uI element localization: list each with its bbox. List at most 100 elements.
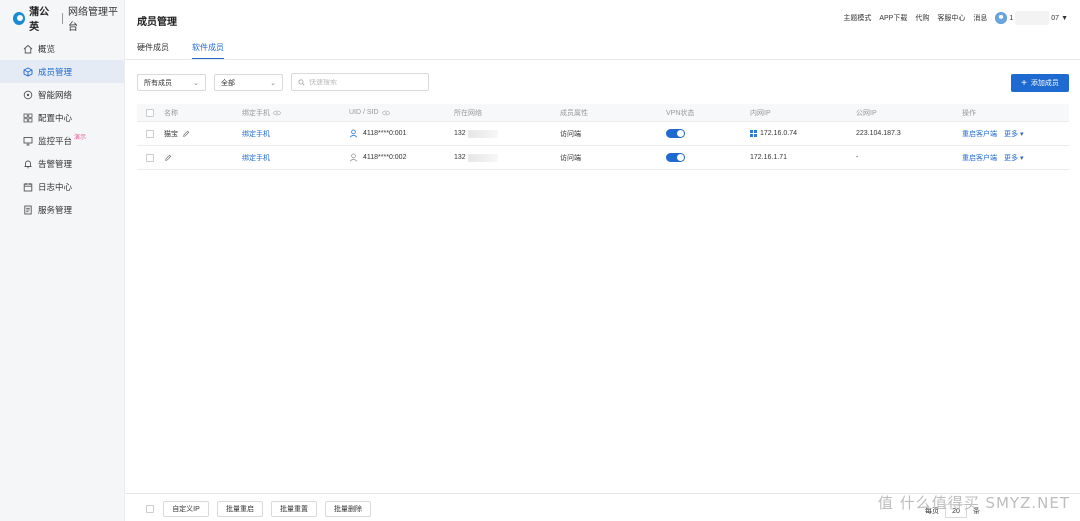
- grid-icon: [22, 112, 33, 123]
- col-lan-ip: 内网IP: [750, 109, 771, 117]
- user-menu[interactable]: 1 07 ▼: [995, 11, 1068, 25]
- edit-pencil-icon[interactable]: [164, 154, 172, 162]
- app-download-link[interactable]: APP下载: [879, 13, 907, 23]
- messages-link[interactable]: 消息: [973, 13, 987, 23]
- tab-hardware-members[interactable]: 硬件成员: [137, 42, 169, 60]
- search-input[interactable]: [309, 78, 419, 86]
- col-name: 名称: [164, 109, 178, 117]
- bind-phone-link[interactable]: 绑定手机: [242, 122, 270, 145]
- vpn-toggle-cell: [666, 122, 685, 145]
- footer-select-all-checkbox[interactable]: [146, 505, 154, 513]
- sidebar-item-label: 成员管理: [38, 66, 73, 77]
- scope-value: 全部: [221, 79, 235, 87]
- row-checkbox[interactable]: [146, 146, 154, 169]
- row-checkbox[interactable]: [146, 122, 154, 145]
- scope-select[interactable]: 全部 ⌄: [214, 74, 283, 91]
- member-attribute: 访问端: [560, 130, 581, 138]
- sidebar-item-smart-network[interactable]: 智能网络: [0, 83, 124, 106]
- monitor-icon: [22, 135, 33, 146]
- sidebar-item-config-center[interactable]: 配置中心: [0, 106, 124, 129]
- bulk-restart-button[interactable]: 批量重启: [217, 501, 263, 517]
- tab-software-members[interactable]: 软件成员: [192, 42, 224, 60]
- member-uid-text: 4118****0:002: [363, 154, 407, 161]
- caret-down-icon: ▾: [1019, 130, 1024, 138]
- member-lan-ip-text: 172.16.0.74: [760, 130, 797, 137]
- member-name: [164, 146, 172, 169]
- add-member-label: 添加成员: [1030, 80, 1059, 87]
- brand-logo[interactable]: 蒲公英 网络管理平台: [0, 0, 124, 36]
- restart-client-link[interactable]: 重启客户端: [962, 129, 997, 139]
- member-attribute: 访问端: [560, 154, 581, 162]
- sidebar-item-label: 监控平台: [38, 135, 73, 146]
- member-type-value: 所有成员: [144, 79, 172, 87]
- bulk-delete-button[interactable]: 批量删除: [325, 501, 371, 517]
- member-network: 132: [454, 146, 498, 169]
- sidebar-nav: 概览 成员管理 智能网络 配置中心 监控平台 演示 告警管理 日志中心 服务管理: [0, 37, 124, 221]
- cube-icon: [22, 66, 33, 77]
- chevron-down-icon: ⌄: [270, 79, 276, 87]
- edit-pencil-icon[interactable]: [182, 130, 190, 138]
- sidebar-item-members[interactable]: 成员管理: [0, 60, 124, 83]
- table-row: 猫宝 绑定手机 4118****0:001 132 访问端 172.16.0.7…: [137, 122, 1069, 146]
- eye-icon[interactable]: [273, 110, 281, 116]
- col-phone: 绑定手机: [242, 104, 281, 121]
- sidebar-item-label: 智能网络: [38, 89, 73, 100]
- avatar: [995, 12, 1008, 24]
- brand-name: 蒲公英: [29, 7, 50, 33]
- member-wan-ip: -: [856, 154, 859, 161]
- network-icon: [22, 89, 33, 100]
- more-menu[interactable]: 更多 ▾: [1004, 129, 1023, 139]
- page-title: 成员管理: [137, 17, 177, 28]
- col-uid-label: UID / SID: [349, 109, 379, 116]
- top-header: 成员管理 主题模式 APP下载 代购 客服中心 消息 1 07 ▼: [125, 0, 1080, 36]
- member-wan-ip: 223.104.187.3: [856, 130, 901, 137]
- user-icon: [349, 129, 358, 138]
- support-center-link[interactable]: 客服中心: [937, 13, 965, 23]
- add-member-button[interactable]: + 添加成员: [1011, 74, 1069, 92]
- sidebar-item-services[interactable]: 服务管理: [0, 198, 124, 221]
- col-network: 所在网络: [454, 109, 482, 117]
- user-name-suffix: 07: [1051, 14, 1060, 22]
- more-label: 更多: [1004, 130, 1018, 138]
- sidebar-item-logs[interactable]: 日志中心: [0, 175, 124, 198]
- user-name-prefix: 1: [1009, 14, 1014, 22]
- proxy-purchase-link[interactable]: 代购: [915, 13, 929, 23]
- col-vpn-status: VPN状态: [666, 109, 695, 117]
- custom-ip-button[interactable]: 自定义IP: [163, 501, 209, 517]
- calendar-icon: [22, 181, 33, 192]
- more-label: 更多: [1004, 154, 1018, 162]
- site-watermark: 值 什么值得买 SMYZ.NET: [877, 494, 1070, 512]
- member-lan-ip: 172.16.0.74: [750, 122, 797, 145]
- user-name-redacted: [1015, 11, 1050, 25]
- select-all-checkbox[interactable]: [146, 104, 154, 121]
- bind-phone-link[interactable]: 绑定手机: [242, 146, 270, 169]
- sidebar-item-overview[interactable]: 概览: [0, 37, 124, 60]
- eye-icon[interactable]: [381, 110, 390, 116]
- network-redacted: [467, 129, 498, 138]
- row-actions: 重启客户端 更多 ▾: [962, 146, 1023, 169]
- theme-mode-link[interactable]: 主题模式: [843, 13, 871, 23]
- bell-icon: [22, 158, 33, 169]
- vpn-toggle[interactable]: [666, 129, 685, 138]
- more-menu[interactable]: 更多 ▾: [1004, 153, 1023, 163]
- brand-divider: [62, 12, 64, 24]
- row-actions: 重启客户端 更多 ▾: [962, 122, 1023, 145]
- restart-client-link[interactable]: 重启客户端: [962, 153, 997, 163]
- caret-down-icon: ▼: [1061, 14, 1068, 22]
- vpn-toggle-cell: [666, 146, 685, 169]
- sidebar-item-alerts[interactable]: 告警管理: [0, 152, 124, 175]
- vpn-toggle[interactable]: [666, 153, 685, 162]
- member-lan-ip: 172.16.1.71: [750, 154, 787, 161]
- dandelion-logo-icon: [13, 11, 26, 25]
- members-table: 名称 绑定手机 UID / SID 所在网络 成员属性 VPN状态 内网IP 公…: [137, 104, 1069, 170]
- network-redacted: [467, 153, 498, 162]
- member-network-text: 132: [454, 130, 466, 137]
- col-wan-ip: 公网IP: [856, 109, 877, 117]
- tab-divider: [125, 59, 1080, 60]
- member-type-select[interactable]: 所有成员 ⌄: [137, 74, 206, 91]
- member-uid-text: 4118****0:001: [363, 130, 407, 137]
- windows-icon: [750, 130, 757, 137]
- bulk-reset-button[interactable]: 批量重置: [271, 501, 317, 517]
- sidebar-item-label: 日志中心: [38, 181, 73, 192]
- sidebar-item-monitor[interactable]: 监控平台 演示: [0, 129, 124, 152]
